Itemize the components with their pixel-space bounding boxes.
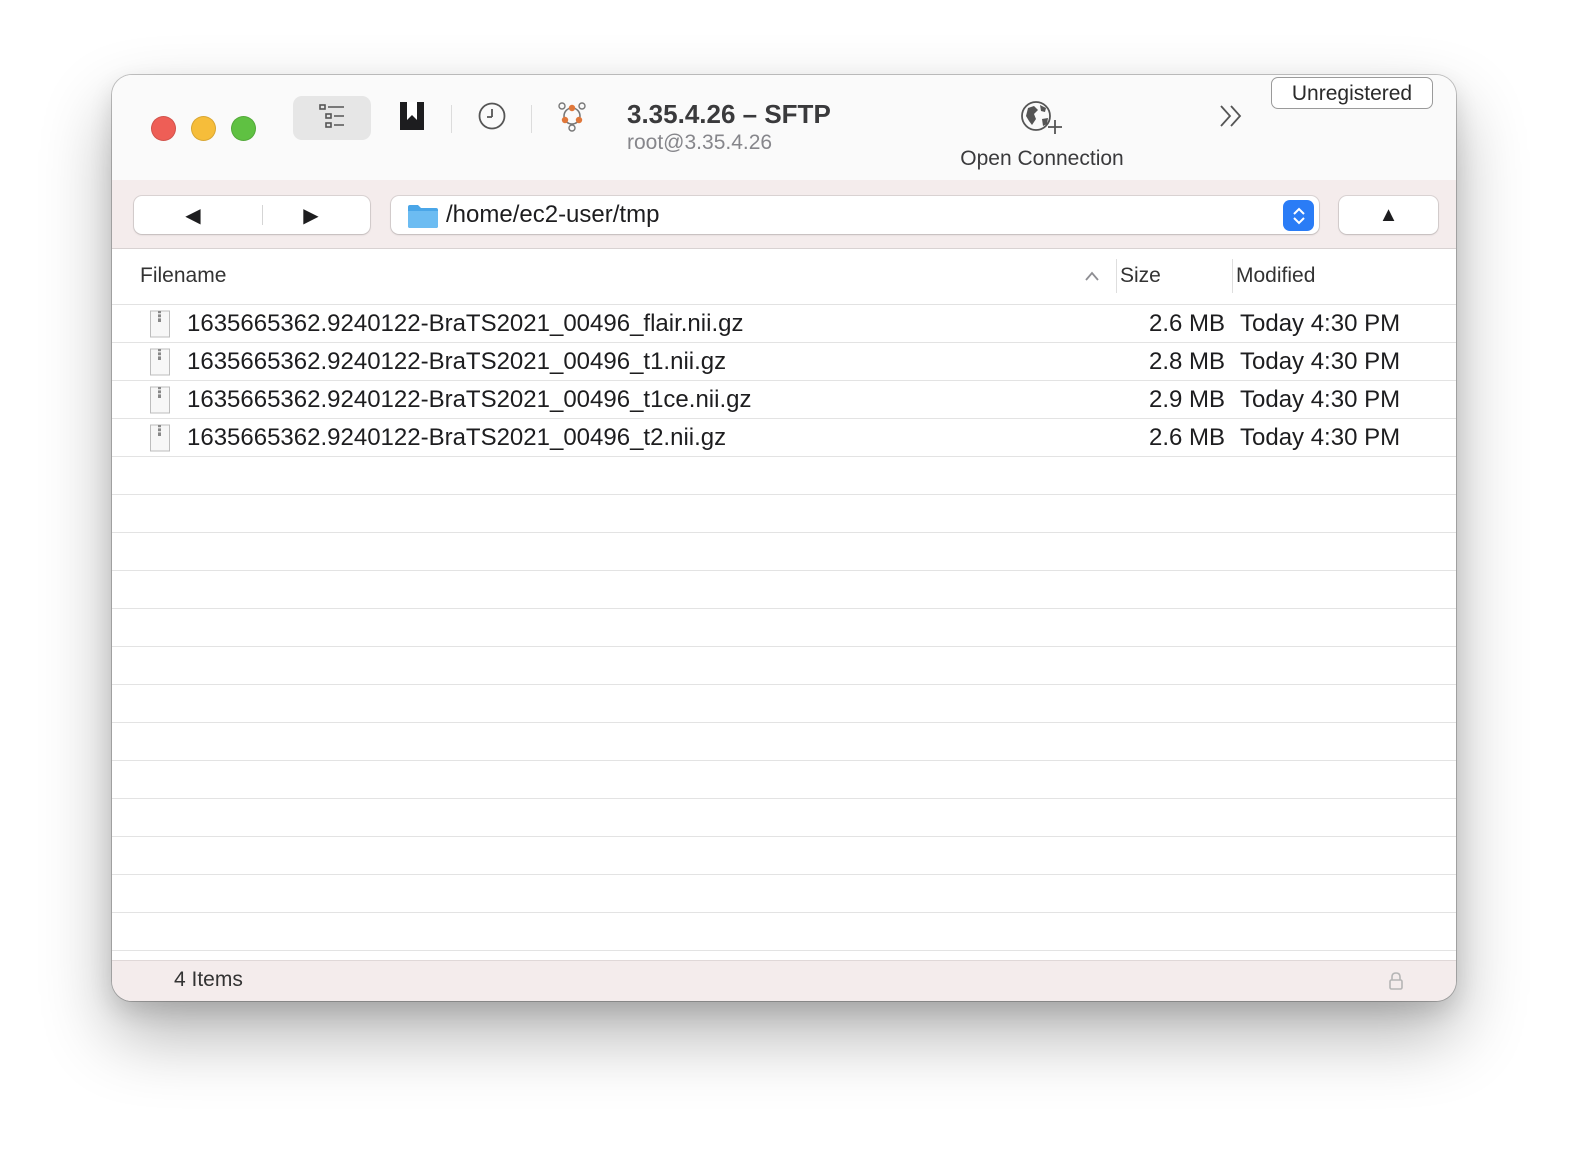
empty-row	[112, 685, 1456, 723]
column-header-size[interactable]: Size	[1120, 264, 1161, 288]
file-modified: Today 4:30 PM	[1240, 386, 1401, 413]
toolbar-overflow-button[interactable]	[1214, 101, 1248, 135]
file-size: 2.8 MB	[1148, 348, 1225, 375]
parent-directory-button[interactable]: ▲	[1339, 196, 1438, 234]
lock-icon	[1388, 971, 1404, 996]
file-size: 2.9 MB	[1148, 386, 1225, 413]
toolbar: 3.35.4.26 – SFTP root@3.35.4.26 Open Con…	[112, 75, 1456, 180]
table-row[interactable]: 1635665362.9240122-BraTS2021_00496_t1ce.…	[112, 381, 1456, 419]
file-modified: Today 4:30 PM	[1240, 424, 1401, 451]
sftp-browser-window: 3.35.4.26 – SFTP root@3.35.4.26 Open Con…	[112, 75, 1456, 1001]
status-bar: 4 Items	[112, 960, 1456, 1001]
path-dropdown[interactable]: /home/ec2-user/tmp	[391, 196, 1319, 234]
history-icon	[477, 101, 507, 136]
empty-row	[112, 457, 1456, 495]
column-header-modified[interactable]: Modified	[1236, 264, 1315, 288]
empty-row	[112, 837, 1456, 875]
globe-plus-icon	[1020, 99, 1066, 142]
bonjour-icon	[556, 100, 588, 137]
navigation-bar: ◀ ▶ /home/ec2-user/tmp ▲	[112, 180, 1456, 249]
empty-row	[112, 609, 1456, 647]
bookmarks-button[interactable]	[392, 96, 432, 140]
connection-title: 3.35.4.26 – SFTP	[627, 99, 831, 129]
archive-file-icon	[148, 424, 172, 457]
file-modified: Today 4:30 PM	[1240, 310, 1401, 337]
archive-file-icon	[148, 386, 172, 419]
maximize-window-button[interactable]	[231, 116, 256, 141]
file-modified: Today 4:30 PM	[1240, 348, 1401, 375]
empty-row	[112, 647, 1456, 685]
column-divider[interactable]	[1232, 259, 1233, 293]
forward-button[interactable]: ▶	[252, 196, 370, 234]
table-row[interactable]: 1635665362.9240122-BraTS2021_00496_t1.ni…	[112, 343, 1456, 381]
file-list: 1635665362.9240122-BraTS2021_00496_flair…	[112, 305, 1456, 951]
empty-row	[112, 761, 1456, 799]
open-connection-button[interactable]: Open Connection	[942, 97, 1142, 177]
file-name: 1635665362.9240122-BraTS2021_00496_t2.ni…	[187, 424, 727, 451]
outline-view-icon	[318, 103, 346, 134]
history-button[interactable]	[470, 96, 514, 140]
open-connection-label: Open Connection	[960, 147, 1124, 170]
empty-row	[112, 913, 1456, 951]
file-name: 1635665362.9240122-BraTS2021_00496_flair…	[187, 310, 744, 337]
item-count: 4 Items	[174, 968, 243, 991]
empty-row	[112, 799, 1456, 837]
chevron-double-right-icon	[1217, 102, 1245, 135]
table-row[interactable]: 1635665362.9240122-BraTS2021_00496_t2.ni…	[112, 419, 1456, 457]
file-size: 2.6 MB	[1148, 424, 1225, 451]
empty-row	[112, 495, 1456, 533]
toolbar-divider	[451, 105, 452, 133]
table-header: Filename Size Modified	[112, 249, 1456, 305]
toolbar-divider	[531, 105, 532, 133]
minimize-window-button[interactable]	[191, 116, 216, 141]
column-header-filename[interactable]: Filename	[140, 264, 226, 288]
table-row[interactable]: 1635665362.9240122-BraTS2021_00496_flair…	[112, 305, 1456, 343]
unregistered-button[interactable]: Unregistered	[1271, 77, 1433, 109]
empty-row	[112, 533, 1456, 571]
close-window-button[interactable]	[151, 116, 176, 141]
archive-file-icon	[148, 310, 172, 343]
connection-subtitle: root@3.35.4.26	[627, 131, 773, 154]
archive-file-icon	[148, 348, 172, 381]
folder-icon	[407, 203, 439, 234]
empty-row	[112, 571, 1456, 609]
sort-ascending-icon	[1084, 269, 1100, 287]
bookmark-icon	[398, 100, 426, 137]
empty-row	[112, 723, 1456, 761]
file-size: 2.6 MB	[1148, 310, 1225, 337]
outline-view-button[interactable]	[293, 96, 371, 140]
back-button[interactable]: ◀	[134, 196, 252, 234]
empty-row	[112, 875, 1456, 913]
bonjour-button[interactable]	[550, 96, 594, 140]
column-divider[interactable]	[1116, 259, 1117, 293]
current-path: /home/ec2-user/tmp	[446, 201, 660, 228]
file-name: 1635665362.9240122-BraTS2021_00496_t1.ni…	[187, 348, 727, 375]
file-name: 1635665362.9240122-BraTS2021_00496_t1ce.…	[187, 386, 752, 413]
history-navigation: ◀ ▶	[134, 196, 370, 234]
path-stepper-icon[interactable]	[1283, 200, 1314, 231]
